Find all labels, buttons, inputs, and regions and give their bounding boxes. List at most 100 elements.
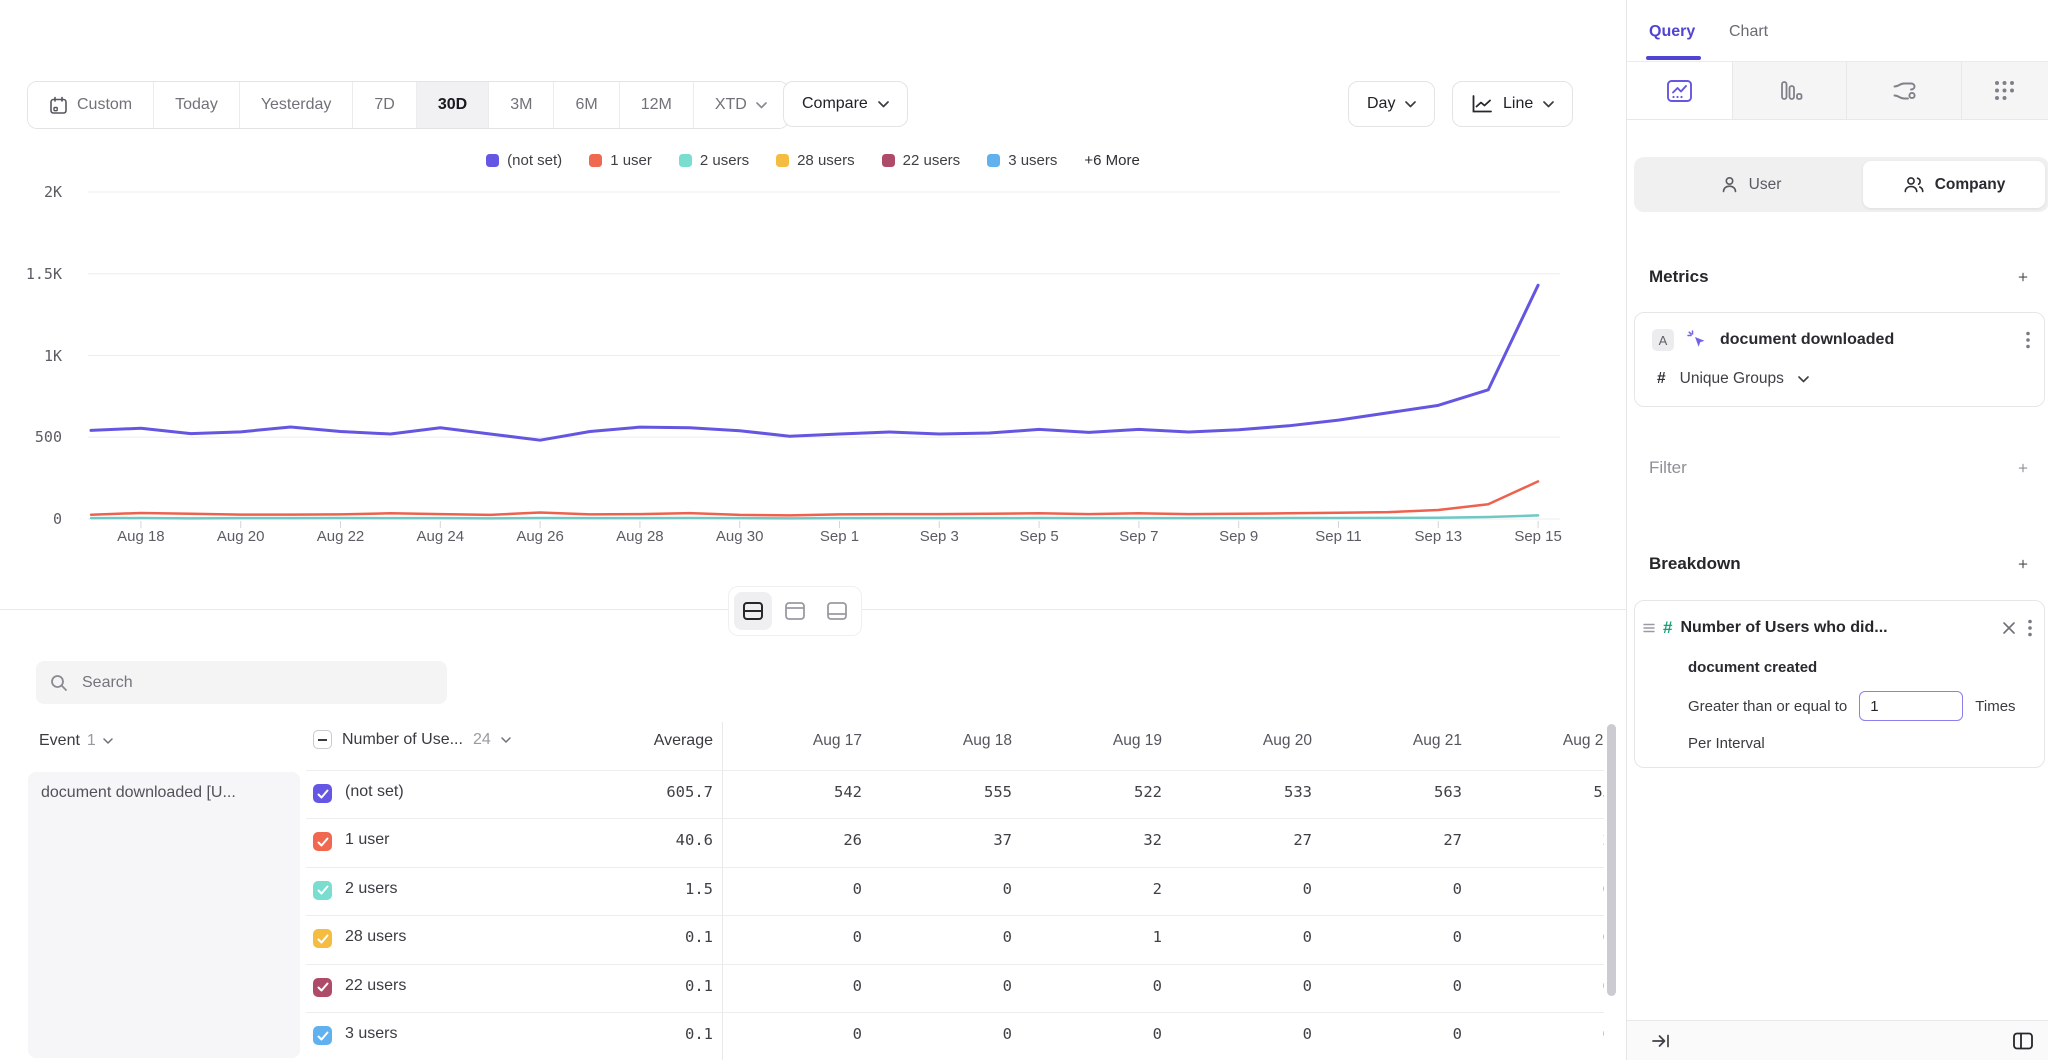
- chart-type-bar-button[interactable]: [1733, 62, 1847, 119]
- entity-user-button[interactable]: User: [1638, 161, 1863, 208]
- row-value: 0: [722, 928, 862, 946]
- legend-item[interactable]: 1 user: [589, 152, 652, 169]
- legend-item[interactable]: (not set): [486, 152, 562, 169]
- entity-company-button[interactable]: Company: [1863, 161, 2045, 208]
- toggle-sidebar-button[interactable]: [2010, 1029, 2036, 1053]
- legend-item[interactable]: 28 users: [776, 152, 855, 169]
- legend-item[interactable]: 2 users: [679, 152, 749, 169]
- range-7d[interactable]: 7D: [353, 82, 416, 128]
- breakdown-card[interactable]: # Number of Users who did... document cr…: [1634, 600, 2045, 768]
- add-metric-button[interactable]: [2012, 266, 2034, 288]
- search-input[interactable]: [80, 673, 433, 693]
- row-average: 0.1: [560, 1025, 713, 1043]
- chevron-down-icon: [756, 102, 767, 109]
- row-separator: [306, 770, 1604, 771]
- row-value: 26: [722, 831, 862, 849]
- range-6m[interactable]: 6M: [554, 82, 619, 128]
- per-interval-label: Per Interval: [1688, 735, 1765, 752]
- range-today[interactable]: Today: [154, 82, 240, 128]
- legend-more[interactable]: +6 More: [1084, 152, 1139, 169]
- range-label: 30D: [438, 96, 467, 114]
- legend-swatch: [776, 154, 789, 167]
- chevron-down-icon: [103, 738, 113, 744]
- row-average: 0.1: [560, 977, 713, 995]
- row-label: (not set): [345, 783, 404, 801]
- row-separator: [306, 867, 1604, 868]
- chart-type-matrix-button[interactable]: [1962, 62, 2048, 119]
- tab-chart[interactable]: Chart: [1729, 23, 1768, 41]
- chart-type-line-button[interactable]: [1627, 62, 1733, 119]
- add-breakdown-button[interactable]: [2012, 553, 2034, 575]
- y-tick-label: 1.5K: [0, 265, 62, 283]
- range-3m[interactable]: 3M: [489, 82, 554, 128]
- user-icon: [1720, 175, 1739, 194]
- kebab-menu-icon: [2028, 619, 2032, 637]
- range-xtd[interactable]: XTD: [694, 82, 788, 128]
- row-value: 0: [872, 1025, 1012, 1043]
- date-column-header[interactable]: Aug 22: [1472, 732, 1604, 750]
- plus-icon: [2018, 269, 2028, 285]
- condition-label: Greater than or equal to: [1688, 698, 1847, 715]
- date-column-header[interactable]: Aug 18: [872, 732, 1012, 750]
- legend-item[interactable]: 22 users: [882, 152, 961, 169]
- date-column-header[interactable]: Aug 19: [1022, 732, 1162, 750]
- metric-menu-button[interactable]: [2024, 329, 2032, 351]
- y-tick-label: 1K: [0, 347, 62, 365]
- metric-aggregation[interactable]: # Unique Groups: [1657, 370, 1809, 388]
- chart-type-dropdown[interactable]: Line: [1452, 81, 1573, 127]
- range-yesterday[interactable]: Yesterday: [240, 82, 354, 128]
- y-tick-label: 2K: [0, 183, 62, 201]
- range-label: 6M: [575, 96, 597, 114]
- breakdown-menu-button[interactable]: [2026, 617, 2034, 639]
- range-custom[interactable]: Custom: [28, 82, 154, 128]
- condition-value-input[interactable]: [1859, 691, 1963, 721]
- range-30d[interactable]: 30D: [417, 82, 489, 128]
- metric-letter-badge: A: [1652, 329, 1674, 351]
- layout-split-button[interactable]: [734, 592, 772, 630]
- date-column-header[interactable]: Aug 17: [722, 732, 862, 750]
- add-filter-button[interactable]: [2012, 457, 2034, 479]
- range-label: 12M: [641, 96, 672, 114]
- row-average: 1.5: [560, 880, 713, 898]
- row-checkbox[interactable]: [313, 784, 332, 803]
- metric-card[interactable]: A document downloaded #: [1634, 312, 2045, 407]
- row-checkbox[interactable]: [313, 978, 332, 997]
- row-value: 0: [1172, 928, 1312, 946]
- row-value: 0: [1322, 1025, 1462, 1043]
- y-tick-label: 500: [0, 428, 62, 446]
- range-12m[interactable]: 12M: [620, 82, 694, 128]
- row-checkbox[interactable]: [313, 929, 332, 948]
- row-checkbox[interactable]: [313, 881, 332, 900]
- select-all-checkbox[interactable]: [313, 730, 332, 749]
- collapse-panel-button[interactable]: [1649, 1030, 1673, 1052]
- legend-item[interactable]: 3 users: [987, 152, 1057, 169]
- layout-chart-only-button[interactable]: [776, 592, 814, 630]
- interval-dropdown[interactable]: Day: [1348, 81, 1435, 127]
- row-checkbox[interactable]: [313, 832, 332, 851]
- drag-handle-icon[interactable]: [1643, 622, 1655, 634]
- remove-breakdown-button[interactable]: [2000, 619, 2018, 637]
- group-column-header[interactable]: Number of Use... 24: [313, 730, 511, 749]
- breakdown-property-name: Number of Users who did...: [1680, 619, 1992, 637]
- row-checkbox[interactable]: [313, 1026, 332, 1045]
- event-name-cell[interactable]: document downloaded [U...: [28, 772, 300, 1058]
- row-label: 3 users: [345, 1025, 397, 1043]
- row-value: 32: [1022, 831, 1162, 849]
- compare-button[interactable]: Compare: [783, 81, 908, 127]
- date-column-header[interactable]: Aug 21: [1322, 732, 1462, 750]
- table-scrollbar[interactable]: [1607, 724, 1616, 996]
- average-column-header[interactable]: Average: [560, 732, 713, 750]
- row-value: 0: [1472, 1025, 1604, 1043]
- row-value: 542: [722, 783, 862, 801]
- event-header-label: Event: [39, 732, 80, 750]
- event-column-header[interactable]: Event 1: [39, 732, 113, 750]
- legend-label: 3 users: [1008, 152, 1057, 169]
- check-icon: [317, 837, 329, 847]
- chart-type-flow-button[interactable]: [1847, 62, 1962, 119]
- row-value: 37: [872, 831, 1012, 849]
- bottom-pane-icon: [826, 601, 848, 621]
- date-column-header[interactable]: Aug 20: [1172, 732, 1312, 750]
- chevron-down-icon: [1798, 376, 1809, 383]
- tab-query[interactable]: Query: [1649, 23, 1695, 41]
- layout-table-only-button[interactable]: [818, 592, 856, 630]
